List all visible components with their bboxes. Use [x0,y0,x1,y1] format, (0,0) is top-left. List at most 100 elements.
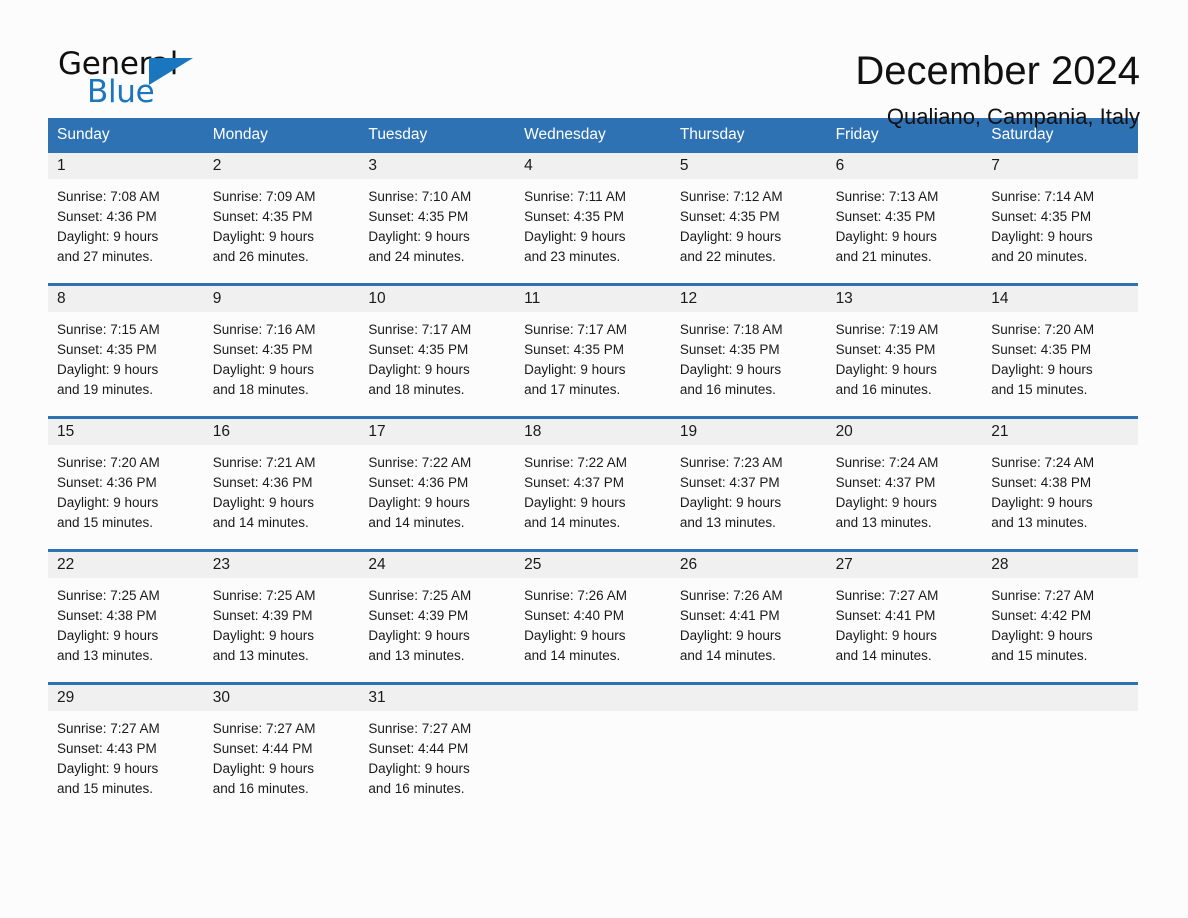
daynum-band: 31 [359,685,516,711]
calendar-table: Sunday Monday Tuesday Wednesday Thursday… [48,118,1138,805]
daynum-band: 24 [359,552,516,578]
day-cell[interactable]: 20 Sunrise: 7:24 AM Sunset: 4:37 PM Dayligh… [826,419,983,539]
daylight-text-line1: Daylight: 9 hours [679,495,782,510]
day-cell[interactable]: 26 Sunrise: 7:26 AM Sunset: 4:41 PM Dayligh… [670,552,827,672]
day-cell[interactable]: 18 Sunrise: 7:22 AM Sunset: 4:37 PM Dayligh… [515,419,671,539]
daylight-text-line2: and 14 minutes. [368,515,465,530]
day-details: Sunrise: 7:27 AM Sunset: 4:41 PM Daylight:… [827,578,983,666]
day-cell[interactable]: 16 Sunrise: 7:21 AM Sunset: 4:36 PM Dayligh… [203,419,360,539]
day-cell[interactable]: 1 Sunrise: 7:08 AM Sunset: 4:36 PM Daylight… [48,153,204,273]
sunrise-text: Sunrise: 7:27 AM [368,721,472,736]
day-cell[interactable]: 28 Sunrise: 7:27 AM Sunset: 4:42 PM Dayligh… [982,552,1138,672]
daylight-text-line1: Daylight: 9 hours [991,495,1093,510]
sunset-text: Sunset: 4:35 PM [212,209,313,224]
day-number: 13 [835,290,853,307]
sunset-text: Sunset: 4:41 PM [679,608,780,623]
daylight-text-line1: Daylight: 9 hours [212,362,315,377]
daylight-text-line1: Daylight: 9 hours [524,362,626,377]
day-details: Sunrise: 7:20 AM Sunset: 4:35 PM Daylight:… [982,312,1138,400]
daylight-text-line1: Daylight: 9 hours [991,628,1093,643]
day-cell[interactable]: 12 Sunrise: 7:18 AM Sunset: 4:35 PM Dayligh… [670,286,827,406]
sunset-text: Sunset: 4:39 PM [368,608,469,623]
day-cell[interactable]: 29 Sunrise: 7:27 AM Sunset: 4:43 PM Dayligh… [48,685,204,805]
daylight-text-line2: and 13 minutes. [835,515,932,530]
daylight-text-line1: Daylight: 9 hours [368,229,470,244]
daylight-text-line2: and 26 minutes. [212,249,309,264]
daylight-text-line1: Daylight: 9 hours [679,628,782,643]
daynum-band: 21 [982,419,1138,445]
day-cell[interactable]: 31 Sunrise: 7:27 AM Sunset: 4:44 PM Dayligh… [359,685,516,805]
day-details [827,711,983,719]
daylight-text-line2: and 17 minutes. [524,382,621,397]
day-cell[interactable]: 2 Sunrise: 7:09 AM Sunset: 4:35 PM Daylight… [203,153,360,273]
day-cell[interactable]: 3 Sunrise: 7:10 AM Sunset: 4:35 PM Daylight… [359,153,516,273]
day-cell[interactable]: 9 Sunrise: 7:16 AM Sunset: 4:35 PM Daylight… [203,286,360,406]
day-number: 31 [368,689,386,706]
day-details: Sunrise: 7:12 AM Sunset: 4:35 PM Daylight:… [671,179,827,267]
daylight-text-line2: and 15 minutes. [991,648,1088,663]
generalblue-logo[interactable]: General Blue [48,46,198,110]
day-cell[interactable]: 11 Sunrise: 7:17 AM Sunset: 4:35 PM Dayligh… [515,286,671,406]
daylight-text-line1: Daylight: 9 hours [368,362,470,377]
day-cell[interactable]: 6 Sunrise: 7:13 AM Sunset: 4:35 PM Daylight… [826,153,983,273]
weekday-header-monday: Monday [212,126,268,143]
sunset-text: Sunset: 4:42 PM [991,608,1092,623]
day-cell[interactable]: 19 Sunrise: 7:23 AM Sunset: 4:37 PM Dayligh… [670,419,827,539]
daynum-band: 12 [670,286,827,312]
daylight-text-line1: Daylight: 9 hours [835,362,937,377]
day-cell[interactable]: 13 Sunrise: 7:19 AM Sunset: 4:35 PM Dayligh… [826,286,983,406]
day-details: Sunrise: 7:16 AM Sunset: 4:35 PM Daylight:… [204,312,360,400]
daynum-band: 1 [48,153,204,179]
daylight-text-line2: and 14 minutes. [835,648,932,663]
daylight-text-line2: and 15 minutes. [57,781,154,796]
day-details: Sunrise: 7:27 AM Sunset: 4:44 PM Daylight:… [204,711,360,799]
daynum-band: 19 [670,419,827,445]
daynum-band: 27 [826,552,983,578]
day-cell[interactable]: 5 Sunrise: 7:12 AM Sunset: 4:35 PM Daylight… [670,153,827,273]
day-cell[interactable]: 8 Sunrise: 7:15 AM Sunset: 4:35 PM Daylight… [48,286,204,406]
day-number: 7 [991,157,1000,174]
daylight-text-line2: and 13 minutes. [57,648,154,663]
day-cell[interactable]: 7 Sunrise: 7:14 AM Sunset: 4:35 PM Daylight… [982,153,1138,273]
daylight-text-line2: and 14 minutes. [212,515,309,530]
day-cell[interactable]: 14 Sunrise: 7:20 AM Sunset: 4:35 PM Dayligh… [982,286,1138,406]
day-cell[interactable]: 30 Sunrise: 7:27 AM Sunset: 4:44 PM Dayligh… [203,685,360,805]
daylight-text-line2: and 15 minutes. [991,382,1088,397]
sunrise-text: Sunrise: 7:25 AM [368,588,472,603]
daylight-text-line2: and 19 minutes. [57,382,154,397]
day-cell[interactable]: 25 Sunrise: 7:26 AM Sunset: 4:40 PM Dayligh… [515,552,671,672]
daylight-text-line1: Daylight: 9 hours [679,362,782,377]
day-details: Sunrise: 7:08 AM Sunset: 4:36 PM Daylight:… [48,179,204,267]
day-cell[interactable]: 24 Sunrise: 7:25 AM Sunset: 4:39 PM Dayligh… [359,552,516,672]
sunrise-text: Sunrise: 7:15 AM [57,322,160,337]
day-details: Sunrise: 7:15 AM Sunset: 4:35 PM Daylight:… [48,312,204,400]
sunrise-text: Sunrise: 7:27 AM [57,721,160,736]
day-cell[interactable]: 10 Sunrise: 7:17 AM Sunset: 4:35 PM Dayligh… [359,286,516,406]
sunrise-text: Sunrise: 7:25 AM [212,588,316,603]
sunset-text: Sunset: 4:35 PM [368,209,469,224]
day-cell[interactable]: 15 Sunrise: 7:20 AM Sunset: 4:36 PM Dayligh… [48,419,204,539]
day-cell[interactable]: 21 Sunrise: 7:24 AM Sunset: 4:38 PM Dayligh… [982,419,1138,539]
page-title: December 2024 [855,49,1140,93]
day-number: 25 [524,556,542,573]
day-cell[interactable]: 4 Sunrise: 7:11 AM Sunset: 4:35 PM Daylight… [515,153,671,273]
daylight-text-line2: and 13 minutes. [212,648,309,663]
daylight-text-line1: Daylight: 9 hours [991,362,1093,377]
daynum-band: 20 [826,419,983,445]
day-cell[interactable]: 27 Sunrise: 7:27 AM Sunset: 4:41 PM Dayligh… [826,552,983,672]
sunrise-text: Sunrise: 7:12 AM [679,189,783,204]
day-cell[interactable]: 22 Sunrise: 7:25 AM Sunset: 4:38 PM Dayligh… [48,552,204,672]
sunrise-text: Sunrise: 7:20 AM [991,322,1095,337]
sunset-text: Sunset: 4:37 PM [679,475,780,490]
sunset-text: Sunset: 4:35 PM [991,342,1092,357]
day-details: Sunrise: 7:10 AM Sunset: 4:35 PM Daylight:… [359,179,515,267]
page-header: General Blue December 2024 Qualiano, Cam… [48,0,1140,129]
sunrise-text: Sunrise: 7:13 AM [835,189,939,204]
daylight-text-line2: and 16 minutes. [835,382,932,397]
day-cell[interactable]: 23 Sunrise: 7:25 AM Sunset: 4:39 PM Dayligh… [203,552,360,672]
daylight-text-line2: and 14 minutes. [679,648,776,663]
sunset-text: Sunset: 4:40 PM [524,608,624,623]
day-cell[interactable]: 17 Sunrise: 7:22 AM Sunset: 4:36 PM Dayligh… [359,419,516,539]
sunset-text: Sunset: 4:35 PM [524,209,624,224]
sunrise-text: Sunrise: 7:21 AM [212,455,316,470]
